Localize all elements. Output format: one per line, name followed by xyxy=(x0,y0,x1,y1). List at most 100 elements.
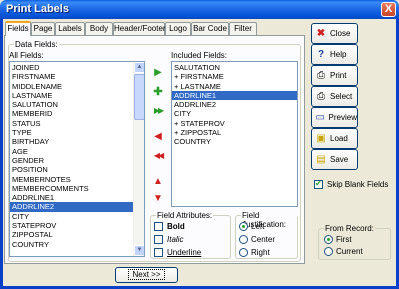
tab-logo[interactable]: Logo xyxy=(165,22,191,35)
list-item[interactable]: CITY xyxy=(172,109,297,118)
skip-blank-fields-checkbox[interactable] xyxy=(314,179,323,189)
list-item[interactable]: AGE xyxy=(10,147,134,156)
list-item[interactable]: TYPE xyxy=(10,128,134,137)
list-item[interactable]: FIRSTNAME xyxy=(10,72,134,81)
italic-label: Italic xyxy=(167,235,184,244)
tab-fields[interactable]: Fields xyxy=(5,21,31,36)
bold-checkbox[interactable] xyxy=(154,222,163,231)
list-item[interactable]: + STATEPROV xyxy=(172,119,297,128)
add-all-button[interactable]: ▶▶ xyxy=(149,102,167,118)
arrow-left-icon: ◀ xyxy=(154,130,162,142)
list-item[interactable]: COUNTRY xyxy=(10,240,134,249)
from-record-current-radio[interactable] xyxy=(324,247,333,256)
from-record-legend: From Record: xyxy=(324,224,375,233)
add-plus-button[interactable]: ✚ xyxy=(149,83,167,99)
from-record-first-label: First xyxy=(336,235,352,244)
list-item[interactable]: MEMBERID xyxy=(10,109,134,118)
save-button[interactable]: ▤ Save xyxy=(311,149,358,170)
justify-right-radio[interactable] xyxy=(239,248,248,257)
list-item[interactable]: STATUS xyxy=(10,119,134,128)
close-button-label: Close xyxy=(330,29,351,38)
list-item[interactable]: + ZIPPOSTAL xyxy=(172,128,297,137)
list-item[interactable]: ADDRLINE2 xyxy=(10,202,134,212)
preview-button-label: Preview xyxy=(328,113,357,122)
scroll-down-icon[interactable]: ▼ xyxy=(134,245,144,256)
arrow-right-icon: ▶ xyxy=(154,66,162,78)
plus-icon: ✚ xyxy=(153,85,163,98)
all-fields-list[interactable]: JOINED FIRSTNAME MIDDLENAME LASTNAME SALUTAT… xyxy=(9,61,145,257)
scroll-thumb[interactable] xyxy=(134,74,144,120)
bold-label: Bold xyxy=(167,222,185,231)
list-item[interactable]: ZIPPOSTAL xyxy=(10,230,134,239)
all-fields-label: All Fields: xyxy=(9,51,44,60)
field-move-buttons: ▶ ✚ ▶▶ ◀ ◀◀ ▲ ▼ xyxy=(149,64,167,224)
fields-tab-panel: Data Fields: All Fields: JOINED FIRSTNAME… xyxy=(4,35,305,264)
list-item[interactable]: JOINED xyxy=(10,63,134,72)
justify-center-radio[interactable] xyxy=(239,235,248,244)
next-button-label: Next >> xyxy=(128,269,165,280)
list-item[interactable]: SALUTATION xyxy=(10,100,134,109)
list-item[interactable]: BIRTHDAY xyxy=(10,137,134,146)
list-item[interactable]: GENDER xyxy=(10,156,134,165)
list-item[interactable]: STATEPROV xyxy=(10,221,134,230)
list-item[interactable]: ADDRLINE1 xyxy=(172,90,297,101)
included-fields-list[interactable]: SALUTATION + FIRSTNAME + LASTNAME ADDRLINE1… xyxy=(171,61,298,207)
window-close-button[interactable]: X xyxy=(381,2,396,17)
help-button-label: Help xyxy=(330,50,347,59)
add-field-button[interactable]: ▶ xyxy=(149,64,167,80)
skip-blank-fields-label: Skip Blank Fields xyxy=(327,180,389,189)
italic-checkbox[interactable] xyxy=(154,235,163,244)
preview-button[interactable]: ▭ Preview xyxy=(311,107,358,128)
tab-body[interactable]: Body xyxy=(85,22,113,35)
load-button-label: Load xyxy=(330,134,348,143)
list-item[interactable]: SALUTATION xyxy=(172,63,297,72)
remove-field-button[interactable]: ◀ xyxy=(149,128,167,144)
list-item[interactable]: LASTNAME xyxy=(10,91,134,100)
underline-label: Underline xyxy=(167,248,202,257)
double-arrow-left-icon: ◀◀ xyxy=(153,150,164,160)
list-item[interactable]: POSITION xyxy=(10,165,134,174)
list-item[interactable]: ADDRLINE1 xyxy=(10,193,134,202)
from-record-current-label: Current xyxy=(336,247,363,256)
save-icon: ▤ xyxy=(316,154,326,165)
justify-left-radio[interactable] xyxy=(239,222,248,231)
printer-select-icon: ⎙ xyxy=(317,91,325,102)
preview-icon: ▭ xyxy=(315,112,325,123)
tab-labels[interactable]: Labels xyxy=(55,22,85,35)
list-item[interactable]: MEMBERNOTES xyxy=(10,175,134,184)
select-printer-button[interactable]: ⎙ Select xyxy=(311,86,358,107)
next-button[interactable]: Next >> xyxy=(115,267,178,283)
printer-icon: ⎙ xyxy=(317,70,325,81)
field-attributes-legend: Field Attributes: xyxy=(156,211,214,220)
tab-header-footer[interactable]: Header/Footer xyxy=(113,22,166,35)
arrow-down-icon: ▼ xyxy=(153,192,163,204)
list-item[interactable]: MEMBERCOMMENTS xyxy=(10,184,134,193)
list-item[interactable]: + LASTNAME xyxy=(172,82,297,91)
tab-page[interactable]: Page xyxy=(31,22,55,35)
tab-bar-code[interactable]: Bar Code xyxy=(191,22,229,35)
list-item[interactable]: CITY xyxy=(10,212,134,221)
justify-right-label: Right xyxy=(251,248,270,257)
list-item[interactable]: + FIRSTNAME xyxy=(172,72,297,81)
list-item[interactable]: MIDDLENAME xyxy=(10,82,134,91)
list-item[interactable]: COUNTRY xyxy=(172,137,297,146)
close-button[interactable]: ✖ Close xyxy=(311,23,358,44)
select-button-label: Select xyxy=(330,92,353,101)
print-button[interactable]: ⎙ Print xyxy=(311,65,358,86)
data-fields-legend: Data Fields: xyxy=(14,40,59,49)
justify-left-label: Left xyxy=(251,222,265,231)
title-bar: Print Labels X xyxy=(0,0,399,19)
move-up-button[interactable]: ▲ xyxy=(149,173,167,189)
help-button[interactable]: ? Help xyxy=(311,44,358,65)
window-title: Print Labels xyxy=(6,3,69,15)
tab-filter[interactable]: Filter xyxy=(229,22,257,35)
move-down-button[interactable]: ▼ xyxy=(149,190,167,206)
all-fields-scrollbar[interactable]: ▲ ▼ xyxy=(133,62,144,256)
scroll-up-icon[interactable]: ▲ xyxy=(134,62,144,73)
list-item[interactable]: ADDRLINE2 xyxy=(172,100,297,109)
load-button[interactable]: ▣ Load xyxy=(311,128,358,149)
folder-open-icon: ▣ xyxy=(316,133,326,144)
underline-checkbox[interactable] xyxy=(154,248,163,257)
from-record-first-radio[interactable] xyxy=(324,235,333,244)
remove-all-button[interactable]: ◀◀ xyxy=(149,147,167,163)
